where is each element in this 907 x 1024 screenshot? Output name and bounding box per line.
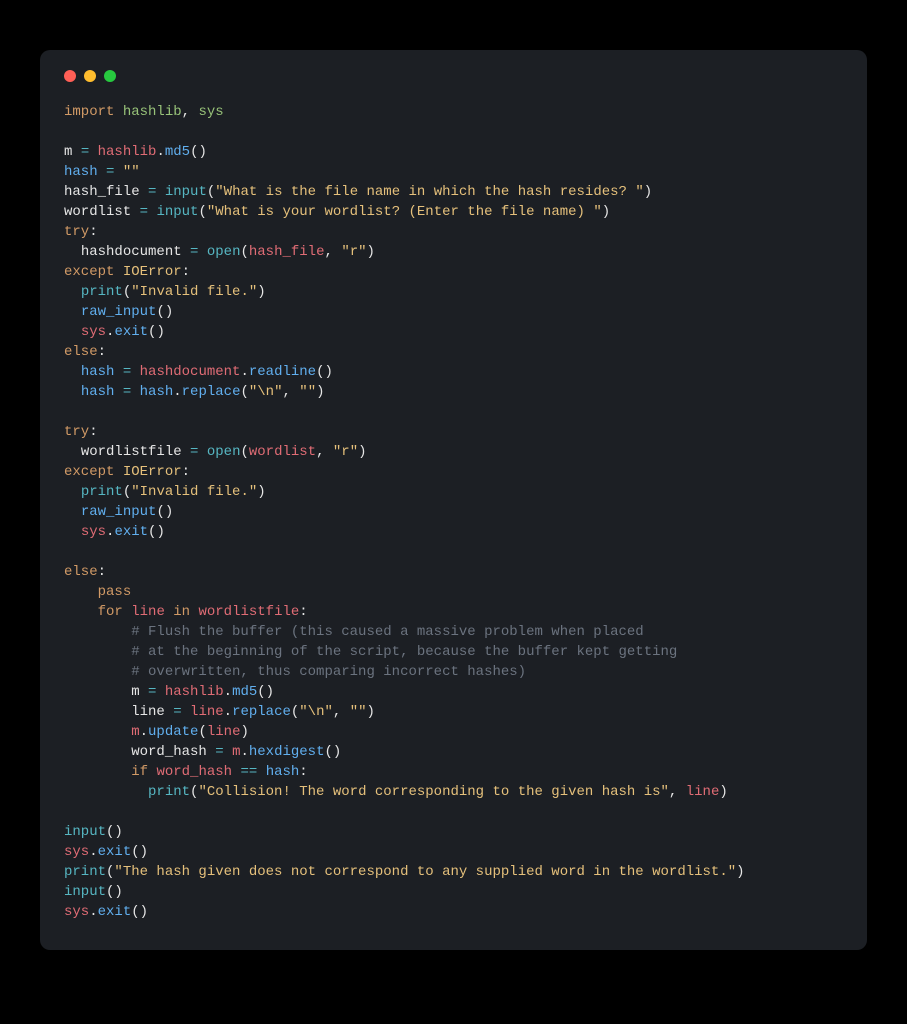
- comment-line: # Flush the buffer (this caused a massiv…: [131, 624, 643, 640]
- minimize-icon[interactable]: [84, 70, 96, 82]
- var-wordlist: wordlist: [64, 204, 131, 220]
- code-block: import hashlib, sys m = hashlib.md5() ha…: [64, 102, 843, 922]
- mod-hashlib: hashlib: [123, 104, 182, 120]
- comment-line: # overwritten, thus comparing incorrect …: [131, 664, 526, 680]
- zoom-icon[interactable]: [104, 70, 116, 82]
- mod-sys: sys: [198, 104, 223, 120]
- kw-import: import: [64, 104, 114, 120]
- comment-line: # at the beginning of the script, becaus…: [131, 644, 677, 660]
- code-window: import hashlib, sys m = hashlib.md5() ha…: [40, 50, 867, 950]
- var-hash: hash: [64, 164, 98, 180]
- var-hash-file: hash_file: [64, 184, 140, 200]
- close-icon[interactable]: [64, 70, 76, 82]
- window-titlebar: [64, 70, 843, 82]
- var-m: m: [64, 144, 72, 160]
